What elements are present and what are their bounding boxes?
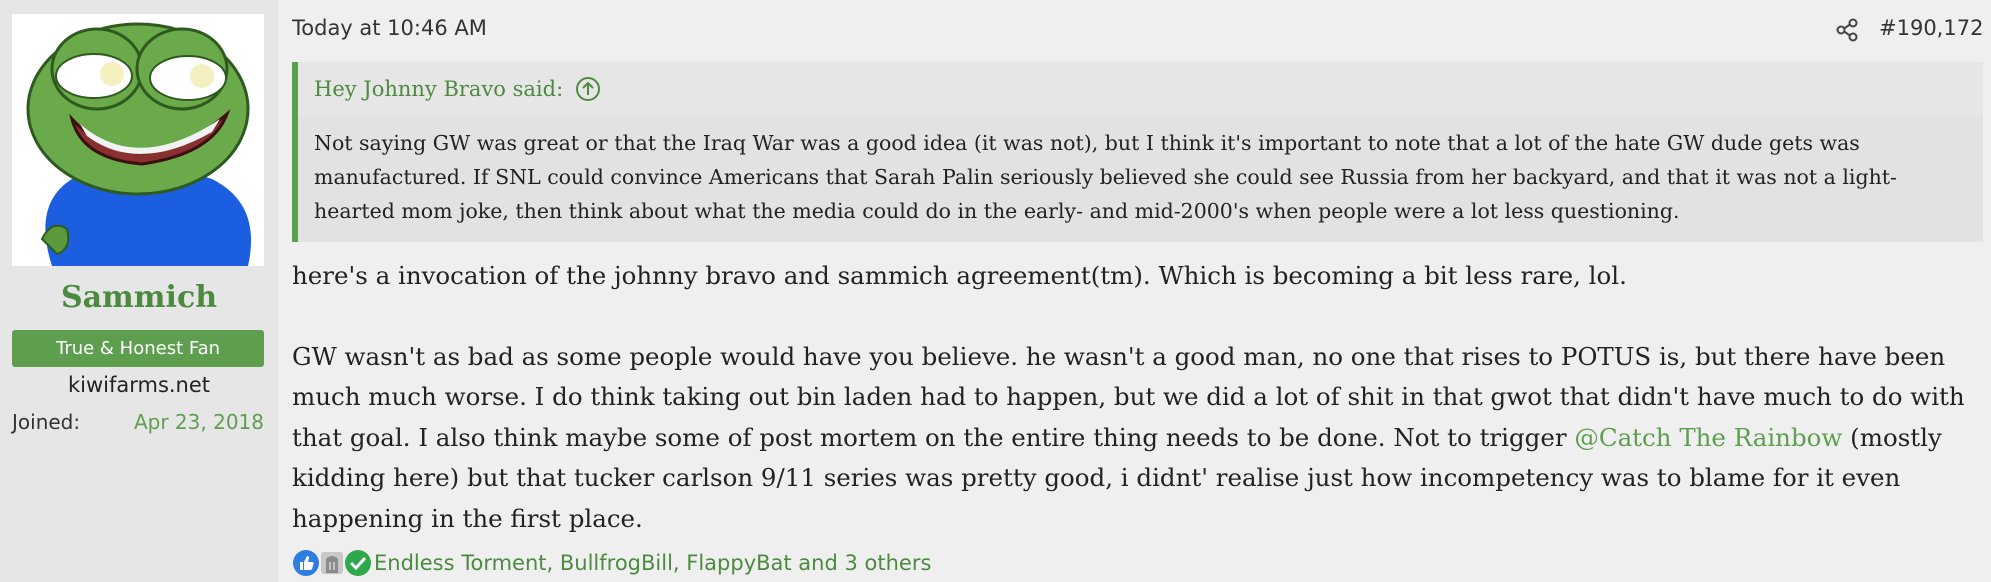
message-paragraph: here's a invocation of the johnny bravo … [292,261,1627,290]
post-number[interactable]: #190,172 [1879,16,1983,40]
share-icon[interactable] [1832,15,1862,45]
forum-post: Sammich True & Honest Fan kiwifarms.net … [0,0,1991,582]
user-site: kiwifarms.net [67,373,211,397]
message-paragraph: GW wasn't as bad as some people would ha… [292,337,1991,540]
reaction-icons[interactable] [292,548,374,578]
user-mention-link[interactable]: @Catch The Rainbow [1574,423,1842,452]
quote-body: Not saying GW was great or that the Iraq… [314,131,1897,223]
post-main: Today at 10:46 AM #190,172 Hey Johnny Br… [278,0,1991,582]
quote-block: Hey Johnny Bravo said: Not saying GW was… [292,62,1983,242]
reaction-users-link[interactable]: Endless Torment, BullfrogBill, FlappyBat… [374,551,931,575]
tombstone-icon [318,549,346,577]
post-timestamp[interactable]: Today at 10:46 AM [292,16,487,40]
reactions-bar: Endless Torment, BullfrogBill, FlappyBat… [292,548,931,578]
checkmark-icon [344,549,372,577]
user-title-banner: True & Honest Fan [12,330,264,367]
username[interactable]: Sammich [0,280,278,315]
message-body: here's a invocation of the johnny bravo … [292,256,1991,539]
thumbs-up-icon [292,549,320,577]
arrow-up-circle-icon[interactable] [575,76,601,102]
avatar[interactable] [12,14,264,266]
user-sidebar: Sammich True & Honest Fan kiwifarms.net … [0,0,278,582]
frog-avatar-icon [12,14,264,266]
quote-author[interactable]: Hey Johnny Bravo said: [314,77,563,101]
joined-label: Joined: [12,410,81,434]
quote-header: Hey Johnny Bravo said: [298,62,1983,116]
joined-date: Apr 23, 2018 [133,410,264,434]
